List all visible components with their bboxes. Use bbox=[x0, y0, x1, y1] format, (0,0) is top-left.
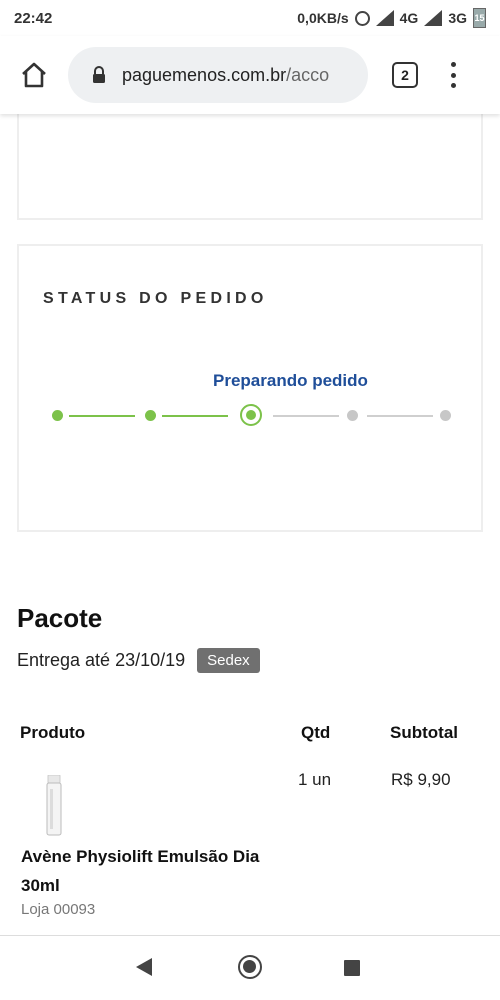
progress-line bbox=[273, 415, 339, 417]
network-type-1: 4G bbox=[399, 10, 419, 26]
column-header-product: Produto bbox=[20, 723, 86, 742]
battery-level: 15 bbox=[474, 13, 485, 23]
menu-icon bbox=[450, 62, 456, 67]
step-dot-completed bbox=[52, 410, 63, 421]
battery-icon: 15 bbox=[473, 8, 486, 28]
progress-line bbox=[69, 415, 135, 417]
network-type-2: 3G bbox=[448, 10, 467, 26]
product-name[interactable]: Avène Physiolift Emulsão Dia 30ml bbox=[21, 842, 291, 900]
package-title: Pacote bbox=[17, 603, 103, 633]
net-speed: 0,0KB/s bbox=[297, 10, 349, 26]
signal-icon bbox=[424, 10, 443, 26]
delivery-info: Entrega até 23/10/19 Sedex bbox=[17, 648, 260, 673]
lock-icon bbox=[93, 66, 105, 83]
home-button[interactable] bbox=[14, 55, 54, 95]
product-store: Loja 00093 bbox=[21, 901, 96, 918]
status-bar: 22:42 0,0KB/s 4G 3G 15 bbox=[0, 0, 500, 36]
signal-icon bbox=[375, 10, 394, 26]
step-dot-current bbox=[240, 404, 262, 426]
previous-section-card bbox=[17, 105, 483, 220]
browser-toolbar: paguemenos.com.br/acco 2 bbox=[0, 36, 500, 114]
product-qty: 1 un bbox=[298, 770, 332, 789]
recents-icon[interactable] bbox=[344, 960, 360, 976]
delivery-date: Entrega até 23/10/19 bbox=[17, 650, 186, 670]
home-icon bbox=[22, 62, 46, 88]
column-header-subtotal: Subtotal bbox=[390, 723, 458, 742]
system-navigation-bar bbox=[0, 935, 500, 1000]
url-text: paguemenos.com.br/acco bbox=[122, 64, 330, 85]
back-icon[interactable] bbox=[136, 958, 152, 976]
shipping-badge: Sedex bbox=[197, 648, 260, 673]
tab-switcher-button[interactable]: 2 bbox=[392, 62, 418, 88]
order-status-title: STATUS DO PEDIDO bbox=[43, 290, 268, 307]
status-icons: 0,0KB/s 4G 3G 15 bbox=[297, 8, 486, 28]
address-bar[interactable]: paguemenos.com.br/acco bbox=[68, 47, 368, 103]
column-header-qty: Qtd bbox=[301, 723, 331, 742]
product-image bbox=[46, 775, 62, 836]
progress-line bbox=[367, 415, 433, 417]
progress-line bbox=[162, 415, 228, 417]
order-status-card: STATUS DO PEDIDO Preparando pedido bbox=[17, 244, 483, 532]
alarm-icon bbox=[354, 10, 370, 26]
step-dot-completed bbox=[145, 410, 156, 421]
step-dot-pending bbox=[440, 410, 451, 421]
product-subtotal: R$ 9,90 bbox=[391, 770, 451, 789]
status-progress-track bbox=[19, 404, 485, 428]
clock: 22:42 bbox=[14, 9, 53, 27]
step-dot-pending bbox=[347, 410, 358, 421]
menu-button[interactable] bbox=[448, 62, 458, 88]
current-step-label: Preparando pedido bbox=[213, 371, 368, 390]
home-circle-icon[interactable] bbox=[238, 955, 262, 979]
